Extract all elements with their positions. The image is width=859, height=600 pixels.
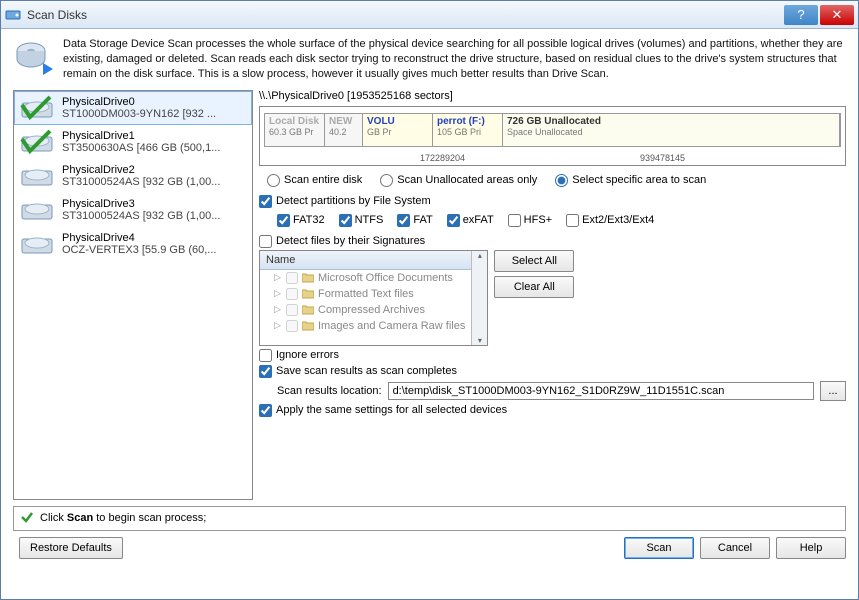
drive-desc: OCZ-VERTEX3 [55.9 GB (60,... [62,244,216,256]
drive-item[interactable]: PhysicalDrive3ST31000524AS [932 GB (1,00… [14,193,252,227]
check-icon [20,510,34,527]
sector-label-b: 939478145 [640,153,685,163]
partition-segment[interactable]: perrot (F:)105 GB Pri [433,114,503,146]
sector-label-a: 172289204 [420,153,465,163]
fs-checkbox-ntfs[interactable]: NTFS [339,214,384,227]
partition-segment[interactable]: 726 GB UnallocatedSpace Unallocated [503,114,840,146]
ignore-errors-label: Ignore errors [276,349,339,361]
cancel-button[interactable]: Cancel [700,537,770,559]
save-results-checkbox[interactable] [259,365,272,378]
folder-icon [302,289,314,299]
fs-checkbox-fat32[interactable]: FAT32 [277,214,325,227]
help-button[interactable]: Help [776,537,846,559]
detect-fs-label: Detect partitions by File System [276,195,431,207]
drive-icon [20,163,56,189]
ignore-errors-checkbox[interactable] [259,349,272,362]
partition-segment[interactable]: VOLUGB Pr [363,114,433,146]
intro-text: Data Storage Device Scan processes the w… [63,37,846,82]
detect-fs-checkbox[interactable] [259,195,272,208]
scan-disk-icon [13,37,53,77]
fs-checkbox-fat[interactable]: FAT [397,214,432,227]
folder-icon [302,273,314,283]
drive-icon [20,129,56,155]
status-text: Click Scan to begin scan process; [40,512,206,524]
signature-category[interactable]: ▷Compressed Archives [260,302,471,318]
folder-icon [302,305,314,315]
scan-button[interactable]: Scan [624,537,694,559]
drive-name: PhysicalDrive4 [62,232,216,244]
apply-same-label: Apply the same settings for all selected… [276,404,507,416]
device-path: \\.\PhysicalDrive0 [1953525168 sectors] [259,90,846,102]
detect-sig-checkbox[interactable] [259,235,272,248]
drive-icon [20,197,56,223]
drive-item[interactable]: PhysicalDrive0ST1000DM003-9YN162 [932 ..… [14,91,252,125]
expand-icon: ▷ [274,304,282,315]
expand-icon: ▷ [274,288,282,299]
signature-category[interactable]: ▷Microsoft Office Documents [260,270,471,286]
drive-name: PhysicalDrive0 [62,96,216,108]
radio-scan-unallocated[interactable]: Scan Unallocated areas only [380,174,537,187]
partition-map[interactable]: Local Disk60.3 GB PrNEW40.2VOLUGB Prperr… [259,106,846,166]
location-input[interactable] [388,382,814,400]
drive-icon [20,95,56,121]
radio-scan-entire[interactable]: Scan entire disk [267,174,362,187]
drive-name: PhysicalDrive1 [62,130,220,142]
expand-icon: ▷ [274,320,282,331]
signature-category[interactable]: ▷Images and Camera Raw files [260,318,471,334]
partition-segment[interactable]: NEW40.2 [325,114,363,146]
restore-defaults-button[interactable]: Restore Defaults [19,537,123,559]
location-label: Scan results location: [277,385,382,397]
drive-name: PhysicalDrive2 [62,164,220,176]
drive-desc: ST31000524AS [932 GB (1,00... [62,210,220,222]
signature-category[interactable]: ▷Formatted Text files [260,286,471,302]
drive-desc: ST31000524AS [932 GB (1,00... [62,176,220,188]
browse-button[interactable]: ... [820,381,846,401]
drive-desc: ST1000DM003-9YN162 [932 ... [62,108,216,120]
drive-item[interactable]: PhysicalDrive4OCZ-VERTEX3 [55.9 GB (60,.… [14,227,252,261]
titlebar-close-button[interactable]: ✕ [820,5,854,25]
fs-checkbox-ext2ext3ext4[interactable]: Ext2/Ext3/Ext4 [566,214,654,227]
drive-icon [20,231,56,257]
app-icon [5,7,21,23]
detect-sig-label: Detect files by their Signatures [276,235,425,247]
clear-all-button[interactable]: Clear All [494,276,574,298]
window-title: Scan Disks [27,8,782,22]
signature-header: Name [260,251,471,270]
titlebar-help-button[interactable]: ? [784,5,818,25]
fs-checkbox-exfat[interactable]: exFAT [447,214,494,227]
scrollbar[interactable]: ▴▾ [471,251,487,345]
drive-list[interactable]: PhysicalDrive0ST1000DM003-9YN162 [932 ..… [13,90,253,500]
partition-segment[interactable]: Local Disk60.3 GB Pr [265,114,325,146]
select-all-button[interactable]: Select All [494,250,574,272]
drive-name: PhysicalDrive3 [62,198,220,210]
drive-item[interactable]: PhysicalDrive2ST31000524AS [932 GB (1,00… [14,159,252,193]
status-bar: Click Scan to begin scan process; [13,506,846,531]
apply-same-checkbox[interactable] [259,404,272,417]
folder-icon [302,321,314,331]
fs-checkbox-hfs[interactable]: HFS+ [508,214,552,227]
expand-icon: ▷ [274,272,282,283]
radio-scan-specific[interactable]: Select specific area to scan [555,174,706,187]
save-results-label: Save scan results as scan completes [276,365,457,377]
drive-desc: ST3500630AS [466 GB (500,1... [62,142,220,154]
signature-tree[interactable]: Name ▷Microsoft Office Documents▷Formatt… [260,251,471,345]
drive-item[interactable]: PhysicalDrive1ST3500630AS [466 GB (500,1… [14,125,252,159]
